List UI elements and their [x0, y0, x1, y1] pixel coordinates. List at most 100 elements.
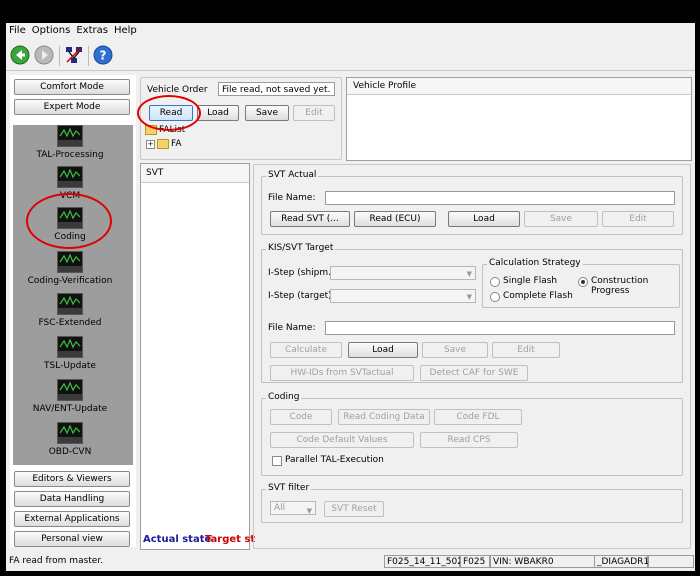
sidebar: Comfort Mode Expert Mode TAL-Processing …	[10, 75, 136, 547]
istep-shipm-label: I-Step (shipm.):	[268, 268, 338, 278]
svt-filter-group: SVT filter All ▼ SVT Reset	[261, 483, 683, 523]
monitor-waveform	[58, 167, 82, 187]
read-coding-data-button[interactable]: Read Coding Data	[338, 409, 430, 425]
tool-label: FSC-Extended	[38, 318, 102, 328]
code-default-values-button[interactable]: Code Default Values	[270, 432, 414, 448]
hw-ids-button[interactable]: HW-IDs from SVTactual	[270, 365, 414, 381]
save-button[interactable]: Save	[245, 105, 289, 121]
read-svt-button[interactable]: Read SVT (...	[270, 211, 350, 227]
status-cell-4: _DIAGADR10	[594, 555, 655, 568]
tool-tal-processing[interactable]: TAL-Processing	[10, 125, 130, 160]
tool-label: OBD-CVN	[48, 447, 92, 457]
single-flash-radio[interactable]	[490, 277, 500, 287]
personal-view-button[interactable]: Personal view	[14, 531, 130, 547]
detect-caf-button[interactable]: Detect CAF for SWE	[420, 365, 528, 381]
coding-title: Coding	[266, 392, 302, 402]
svt-edit-button[interactable]: Edit	[602, 211, 674, 227]
coding-group: Coding Code Read Coding Data Code FDL Co…	[261, 392, 683, 476]
data-handling-button[interactable]: Data Handling	[14, 491, 130, 507]
network-connect-icon[interactable]	[64, 45, 84, 65]
read-cps-button[interactable]: Read CPS	[420, 432, 518, 448]
svt-reset-button[interactable]: SVT Reset	[324, 501, 384, 517]
external-applications-button[interactable]: External Applications	[14, 511, 130, 527]
status-message: FA read from master.	[9, 556, 104, 566]
annotation-circle-read	[137, 95, 201, 131]
kis-file-name-input[interactable]	[325, 321, 675, 335]
actual-state-label: Actual state	[143, 534, 212, 545]
construction-progress-radio[interactable]	[578, 277, 588, 287]
monitor-icon	[57, 251, 83, 273]
monitor-icon	[57, 379, 83, 401]
status-cell-1: F025_14_11_502	[384, 555, 463, 568]
parallel-tal-label: Parallel TAL-Execution	[285, 455, 384, 465]
status-bar: FA read from master. F025_14_11_502 F025…	[6, 553, 695, 571]
calculate-button[interactable]: Calculate	[270, 342, 342, 358]
monitor-icon	[57, 422, 83, 444]
folder-icon	[157, 139, 169, 149]
svt-load-button[interactable]: Load	[448, 211, 520, 227]
toolbar-separator	[88, 46, 89, 66]
code-fdl-button[interactable]: Code FDL	[434, 409, 522, 425]
kis-edit-button[interactable]: Edit	[492, 342, 560, 358]
monitor-icon	[57, 166, 83, 188]
menu-extras[interactable]: Extras	[73, 23, 111, 36]
tool-nav-ent-update[interactable]: NAV/ENT-Update	[10, 379, 130, 414]
tree-item-fa[interactable]: FA	[171, 139, 182, 149]
calc-strategy-title: Calculation Strategy	[487, 258, 583, 268]
svg-text:?: ?	[100, 49, 107, 63]
expand-icon[interactable]: +	[146, 140, 155, 149]
svt-save-button[interactable]: Save	[524, 211, 598, 227]
kis-save-button[interactable]: Save	[422, 342, 488, 358]
construction-progress-label: Construction Progress	[591, 276, 649, 296]
kis-target-title: KIS/SVT Target	[266, 243, 336, 253]
menu-help[interactable]: Help	[111, 23, 140, 36]
complete-flash-radio[interactable]	[490, 292, 500, 302]
status-cell-3: VIN: WBAKR0	[490, 555, 596, 568]
load-button[interactable]: Load	[197, 105, 239, 121]
comfort-mode-button[interactable]: Comfort Mode	[14, 79, 130, 95]
editors-viewers-button[interactable]: Editors & Viewers	[14, 471, 130, 487]
svt-actual-file-name-input[interactable]	[325, 191, 675, 205]
toolbar: ?	[6, 40, 695, 71]
edit-button[interactable]: Edit	[293, 105, 335, 121]
status-cell-5	[648, 555, 694, 568]
svt-panel: SVT Actual state Target st	[140, 163, 255, 550]
kis-file-name-label: File Name:	[268, 323, 316, 333]
target-state-label: Target st	[205, 534, 256, 545]
monitor-icon	[57, 293, 83, 315]
toolbar-separator	[59, 46, 60, 66]
tool-fsc-extended[interactable]: FSC-Extended	[10, 293, 130, 328]
istep-target-label: I-Step (target):	[268, 291, 335, 301]
menu-file[interactable]: File	[6, 23, 29, 36]
expert-mode-button[interactable]: Expert Mode	[14, 99, 130, 115]
help-icon[interactable]: ?	[93, 45, 113, 65]
kis-load-button[interactable]: Load	[348, 342, 418, 358]
read-ecu-button[interactable]: Read (ECU)	[354, 211, 436, 227]
tool-coding-verification[interactable]: Coding-Verification	[10, 251, 130, 286]
main-window: File Options Extras Help ? Comfort Mode Exp…	[6, 23, 695, 571]
annotation-circle-coding	[26, 193, 112, 249]
svt-actual-title: SVT Actual	[266, 170, 319, 180]
forward-arrow-icon[interactable]	[34, 45, 54, 65]
svt-filter-title: SVT filter	[266, 483, 312, 493]
status-cell-2: F025	[460, 555, 490, 568]
tool-label: TSL-Update	[44, 361, 96, 371]
monitor-waveform	[58, 126, 82, 146]
svt-actual-group: SVT Actual File Name: Read SVT (... Read…	[261, 170, 683, 235]
kis-target-group: KIS/SVT Target I-Step (shipm.): ▼ I-Step…	[261, 243, 683, 383]
istep-target-select[interactable]: ▼	[330, 289, 476, 303]
calc-strategy-group: Calculation Strategy Single Flash Comple…	[482, 258, 680, 308]
tool-obd-cvn[interactable]: OBD-CVN	[10, 422, 130, 457]
monitor-waveform	[58, 337, 82, 357]
parallel-tal-checkbox[interactable]	[272, 456, 282, 466]
tool-tsl-update[interactable]: TSL-Update	[10, 336, 130, 371]
code-button[interactable]: Code	[270, 409, 332, 425]
single-flash-label: Single Flash	[503, 276, 558, 286]
istep-shipm-select[interactable]: ▼	[330, 266, 476, 280]
monitor-icon	[57, 125, 83, 147]
tool-label: NAV/ENT-Update	[32, 404, 108, 414]
back-arrow-icon[interactable]	[10, 45, 30, 65]
vehicle-profile-panel: Vehicle Profile	[346, 77, 692, 161]
svt-filter-select[interactable]: All ▼	[270, 501, 316, 515]
menu-options[interactable]: Options	[29, 23, 74, 36]
